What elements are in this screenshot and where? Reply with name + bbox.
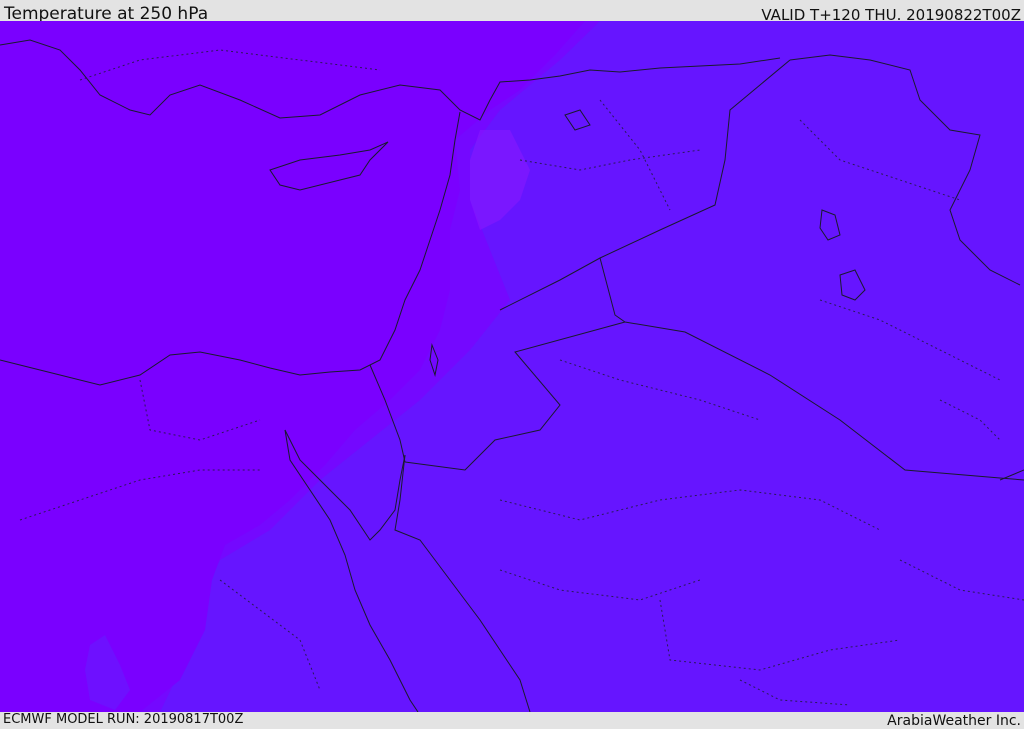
header-bar: Temperature at 250 hPa VALID T+120 THU. … bbox=[0, 0, 1024, 24]
model-run-label: ECMWF MODEL RUN: 20190817T00Z bbox=[3, 712, 244, 727]
footer-bar: ECMWF MODEL RUN: 20190817T00Z ArabiaWeat… bbox=[0, 712, 1024, 729]
temperature-map[interactable] bbox=[0, 21, 1024, 712]
credit-label: ArabiaWeather Inc. bbox=[887, 713, 1021, 729]
